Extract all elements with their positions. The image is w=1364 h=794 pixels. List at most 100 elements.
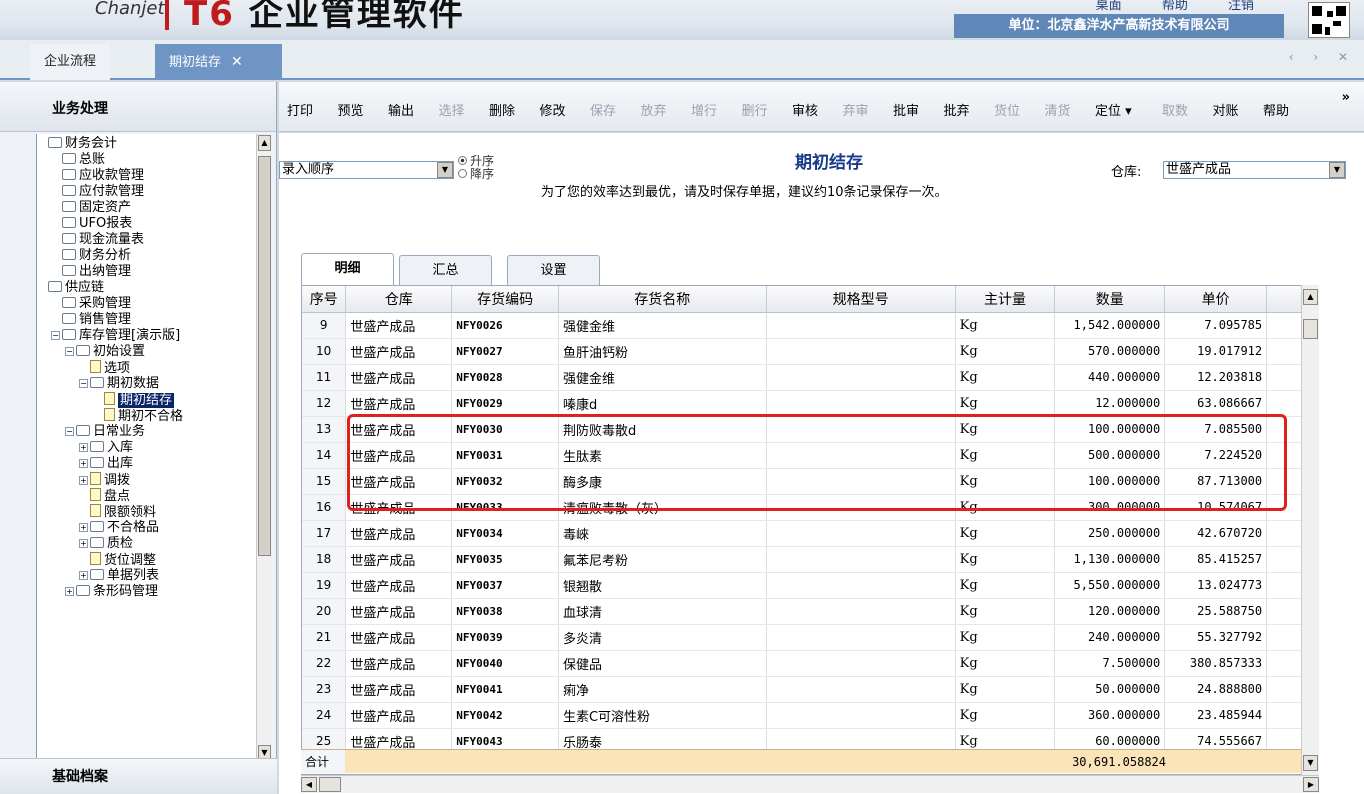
table-cell[interactable]: Kg [955, 390, 1056, 417]
tree-item[interactable]: + 入库 [37, 440, 256, 456]
table-cell[interactable] [766, 364, 956, 391]
table-cell[interactable]: Kg [955, 546, 1056, 573]
table-cell[interactable] [766, 468, 956, 495]
scroll-left-icon[interactable]: ◀ [301, 777, 317, 792]
table-cell[interactable]: 440.000000 [1054, 364, 1166, 391]
tree-item[interactable]: 现金流量表 [37, 232, 256, 248]
subtab-detail[interactable]: 明细 [301, 253, 394, 285]
table-cell[interactable] [766, 624, 956, 651]
table-cell[interactable]: 酶多康 [558, 468, 767, 495]
table-cell[interactable]: 12.000000 [1054, 390, 1166, 417]
toolbar-button[interactable]: 保存 [590, 100, 616, 119]
table-cell[interactable]: NFY0035 [451, 546, 559, 573]
table-cell[interactable] [766, 416, 956, 443]
table-cell[interactable]: 保健品 [558, 650, 767, 677]
warehouse-select[interactable]: 世盛产成品 ▼ [1163, 161, 1346, 179]
table-cell[interactable]: NFY0026 [451, 312, 559, 339]
table-row[interactable]: 18 世盛产成品 NFY0035 氟苯尼考粉 Kg 1,130.000000 85.4152… [302, 546, 1316, 573]
table-cell[interactable]: 9 [302, 312, 347, 339]
tree-item[interactable]: 盘点 [37, 488, 256, 504]
table-cell[interactable]: NFY0040 [451, 650, 559, 677]
toolbar-button[interactable]: 审核 [792, 100, 818, 119]
scroll-thumb[interactable] [1303, 319, 1318, 339]
table-cell[interactable]: 19 [302, 572, 347, 599]
table-row[interactable]: 23 世盛产成品 NFY0041 痢净 Kg 50.000000 24.888800 [302, 676, 1316, 703]
table-cell[interactable]: 7.095785 [1164, 312, 1268, 339]
table-cell[interactable]: 世盛产成品 [345, 520, 453, 547]
collapse-icon[interactable]: − [51, 331, 60, 340]
table-cell[interactable] [766, 676, 956, 703]
table-cell[interactable]: 50.000000 [1054, 676, 1166, 703]
expand-icon[interactable]: + [79, 539, 88, 548]
scroll-thumb[interactable] [319, 777, 341, 792]
collapse-icon[interactable]: − [65, 347, 74, 356]
tree-item[interactable]: 销售管理 [37, 312, 256, 328]
table-cell[interactable]: 7.085500 [1164, 416, 1268, 443]
toolbar-button[interactable]: 增行 [691, 100, 717, 119]
tree-item[interactable]: 期初结存 [37, 392, 256, 408]
tree-item[interactable]: 应付款管理 [37, 184, 256, 200]
tree-item[interactable]: 财务会计 [37, 136, 256, 152]
table-row[interactable]: 22 世盛产成品 NFY0040 保健品 Kg 7.500000 380.857333 [302, 650, 1316, 677]
tree-item[interactable]: + 条形码管理 [37, 584, 256, 600]
table-cell[interactable]: 42.670720 [1164, 520, 1268, 547]
table-cell[interactable]: NFY0034 [451, 520, 559, 547]
column-header[interactable]: 存货编码 [451, 286, 559, 313]
table-cell[interactable]: 13 [302, 416, 347, 443]
table-cell[interactable]: 85.415257 [1164, 546, 1268, 573]
table-cell[interactable]: 18 [302, 546, 347, 573]
table-cell[interactable]: 25.588750 [1164, 598, 1268, 625]
table-cell[interactable]: 21 [302, 624, 347, 651]
table-cell[interactable] [766, 312, 956, 339]
column-header[interactable]: 主计量 [955, 286, 1056, 313]
expand-icon[interactable]: + [79, 571, 88, 580]
tree-item[interactable]: 采购管理 [37, 296, 256, 312]
table-cell[interactable]: NFY0028 [451, 364, 559, 391]
table-cell[interactable]: NFY0027 [451, 338, 559, 365]
table-cell[interactable]: Kg [955, 442, 1056, 469]
table-cell[interactable]: 7.224520 [1164, 442, 1268, 469]
toolbar-button[interactable]: 清货 [1045, 100, 1071, 119]
table-cell[interactable]: NFY0030 [451, 416, 559, 443]
table-cell[interactable]: 银翘散 [558, 572, 767, 599]
table-cell[interactable]: NFY0042 [451, 702, 559, 729]
table-cell[interactable]: 世盛产成品 [345, 364, 453, 391]
table-row[interactable]: 10 世盛产成品 NFY0027 鱼肝油钙粉 Kg 570.000000 19.017912 [302, 338, 1316, 365]
tree-item[interactable]: 限额领料 [37, 504, 256, 520]
toolbar-button[interactable]: 预览 [338, 100, 364, 119]
tree-item[interactable]: 总账 [37, 152, 256, 168]
table-cell[interactable]: 24.888800 [1164, 676, 1268, 703]
table-row[interactable]: 12 世盛产成品 NFY0029 嗪康d Kg 12.000000 63.086667 [302, 390, 1316, 417]
table-cell[interactable]: 1,542.000000 [1054, 312, 1166, 339]
tree-item[interactable]: 应收款管理 [37, 168, 256, 184]
tree-item[interactable]: 供应链 [37, 280, 256, 296]
expand-icon[interactable]: + [79, 523, 88, 532]
table-cell[interactable]: 痢净 [558, 676, 767, 703]
table-cell[interactable]: Kg [955, 416, 1056, 443]
toolbar-button[interactable]: 放弃 [641, 100, 667, 119]
table-cell[interactable]: NFY0033 [451, 494, 559, 521]
table-cell[interactable]: 鱼肝油钙粉 [558, 338, 767, 365]
table-cell[interactable]: 5,550.000000 [1054, 572, 1166, 599]
table-cell[interactable]: 11 [302, 364, 347, 391]
table-cell[interactable]: 20 [302, 598, 347, 625]
toolbar-button[interactable]: 选择 [439, 100, 465, 119]
table-cell[interactable]: 100.000000 [1054, 468, 1166, 495]
table-cell[interactable] [766, 442, 956, 469]
table-cell[interactable]: Kg [955, 702, 1056, 729]
table-cell[interactable]: 世盛产成品 [345, 442, 453, 469]
table-cell[interactable]: 世盛产成品 [345, 416, 453, 443]
table-cell[interactable]: 10.574067 [1164, 494, 1268, 521]
column-header[interactable]: 数量 [1054, 286, 1166, 313]
table-cell[interactable]: Kg [955, 624, 1056, 651]
table-cell[interactable]: 世盛产成品 [345, 312, 453, 339]
help-link[interactable]: 帮助 [1162, 0, 1188, 13]
table-cell[interactable]: 55.327792 [1164, 624, 1268, 651]
table-cell[interactable]: 生肽素 [558, 442, 767, 469]
toolbar-button[interactable]: 货位 [994, 100, 1020, 119]
table-cell[interactable] [766, 702, 956, 729]
table-cell[interactable]: 7.500000 [1054, 650, 1166, 677]
table-cell[interactable]: 氟苯尼考粉 [558, 546, 767, 573]
table-cell[interactable]: NFY0039 [451, 624, 559, 651]
descending-radio[interactable]: 降序 [458, 165, 494, 182]
